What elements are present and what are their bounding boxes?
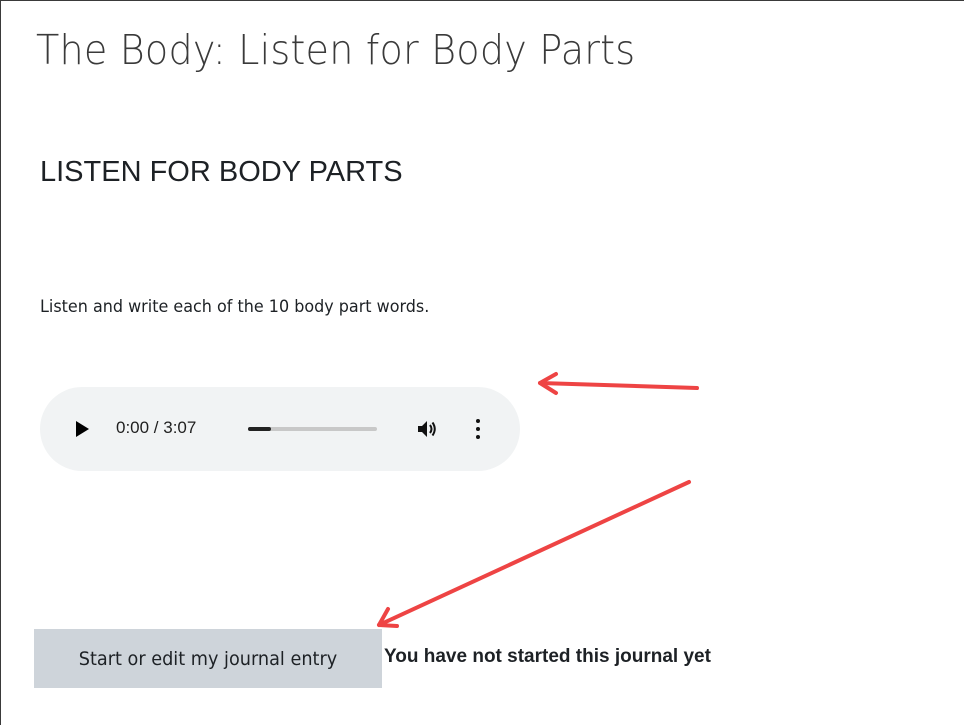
instructions-text: Listen and write each of the 10 body par… [40,297,430,317]
audio-seek-progress [248,427,272,431]
audio-player: 0:00 / 3:07 [40,387,520,471]
section-heading: LISTEN FOR BODY PARTS [40,156,403,188]
page-frame [0,0,964,725]
journal-entry-button-label: Start or edit my journal entry [78,647,338,670]
page-title: The Body: Listen for Body Parts [36,26,636,74]
volume-icon[interactable] [415,417,439,441]
more-options-icon[interactable] [468,416,488,442]
journal-status-text: You have not started this journal yet [384,646,711,667]
audio-seek-bar[interactable] [248,427,377,431]
play-icon[interactable] [76,421,89,437]
audio-time-display: 0:00 / 3:07 [116,418,197,437]
journal-entry-button[interactable]: Start or edit my journal entry [34,629,382,688]
